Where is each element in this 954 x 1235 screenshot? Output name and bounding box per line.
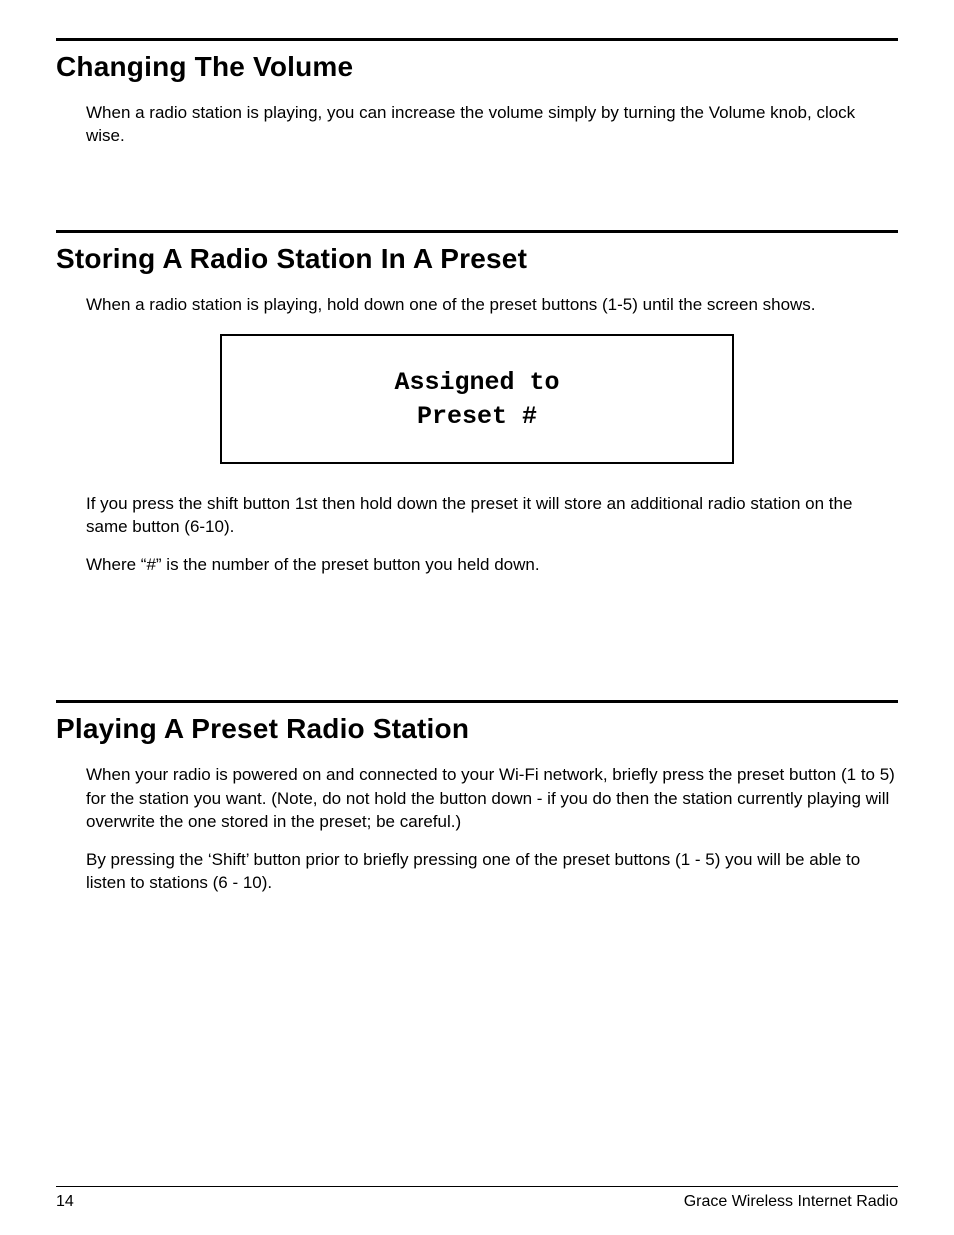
paragraph: If you press the shift button 1st then h… (56, 492, 898, 539)
paragraph: When your radio is powered on and connec… (56, 763, 898, 833)
paragraph: When a radio station is playing, you can… (56, 101, 898, 148)
section-rule (56, 700, 898, 703)
heading-playing-preset: Playing A Preset Radio Station (56, 713, 898, 745)
display-line: Preset # (232, 400, 722, 434)
heading-storing-preset: Storing A Radio Station In A Preset (56, 243, 898, 275)
page-footer: 14 Grace Wireless Internet Radio (56, 1186, 898, 1211)
section-rule (56, 230, 898, 233)
paragraph: When a radio station is playing, hold do… (56, 293, 898, 316)
page-number: 14 (56, 1193, 74, 1211)
section-rule (56, 38, 898, 41)
heading-changing-volume: Changing The Volume (56, 51, 898, 83)
document-title: Grace Wireless Internet Radio (684, 1193, 898, 1211)
paragraph: By pressing the ‘Shift’ button prior to … (56, 848, 898, 895)
paragraph: Where “#” is the number of the preset bu… (56, 553, 898, 576)
lcd-display-box: Assigned to Preset # (220, 334, 734, 464)
display-line: Assigned to (232, 366, 722, 400)
